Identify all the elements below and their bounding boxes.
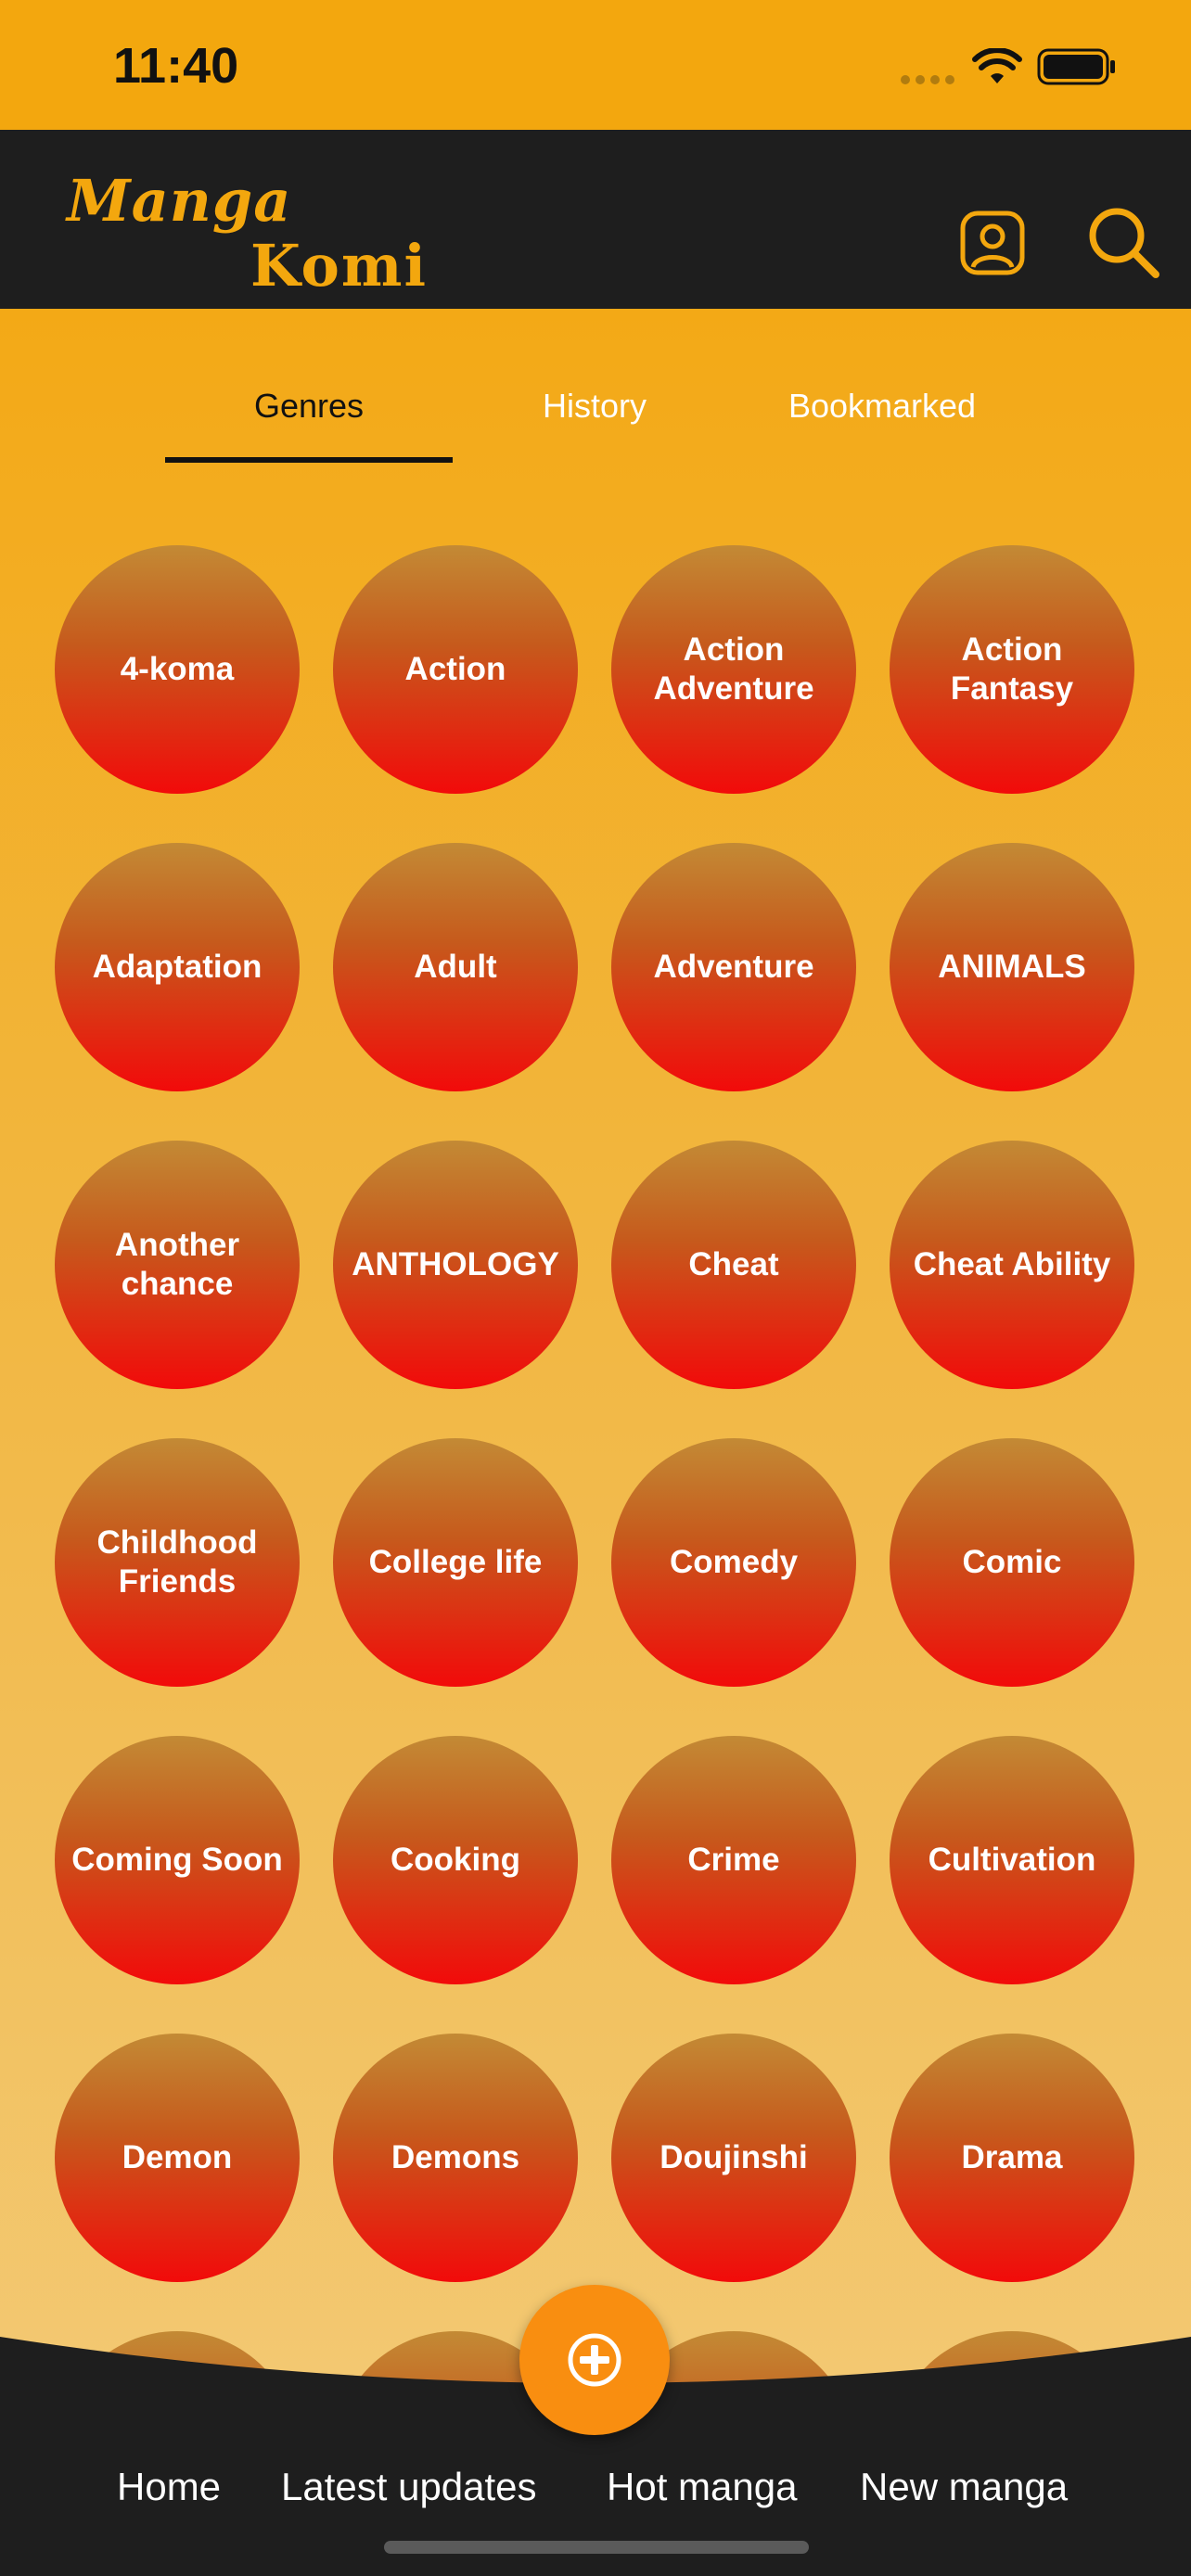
nav-hot-manga[interactable]: Hot manga (607, 2465, 797, 2509)
genre-button[interactable]: Coming Soon (55, 1736, 300, 1984)
genre-button[interactable]: College life (333, 1438, 578, 1687)
genre-grid: 4-koma Action Action Adventure Action Fa… (0, 309, 1191, 2576)
cellular-signal-icon (901, 75, 954, 84)
genre-button[interactable]: Drama (890, 2034, 1134, 2282)
genre-button[interactable]: Action (333, 545, 578, 794)
genre-button[interactable]: Cultivation (890, 1736, 1134, 1984)
genre-button[interactable]: Childhood Friends (55, 1438, 300, 1687)
nav-latest-updates[interactable]: Latest updates (281, 2465, 537, 2509)
genre-button[interactable]: Comic (890, 1438, 1134, 1687)
genre-button[interactable]: ANIMALS (890, 843, 1134, 1091)
search-icon[interactable] (1085, 204, 1161, 280)
genre-button[interactable]: Cheat (611, 1141, 856, 1389)
genre-button[interactable]: Comedy (611, 1438, 856, 1687)
app-header: Manga Komi (0, 130, 1191, 309)
genre-button[interactable]: 4-koma (55, 545, 300, 794)
genre-button[interactable]: Adaptation (55, 843, 300, 1091)
genre-button[interactable]: Crime (611, 1736, 856, 1984)
home-indicator (384, 2541, 809, 2554)
logo-komi-text: Komi (250, 232, 429, 300)
profile-icon[interactable] (959, 210, 1026, 276)
nav-home[interactable]: Home (117, 2465, 221, 2509)
nav-new-manga[interactable]: New manga (860, 2465, 1068, 2509)
wifi-icon (972, 48, 1022, 83)
plus-circle-icon (568, 2333, 621, 2387)
logo-manga-text: Manga (67, 167, 292, 235)
genres-content: Genres History Bookmarked 4-koma Action … (0, 309, 1191, 2576)
add-fab-button[interactable] (519, 2285, 670, 2435)
genre-button[interactable]: Demon (55, 2034, 300, 2282)
battery-icon (1037, 48, 1115, 85)
genre-button[interactable]: Demons (333, 2034, 578, 2282)
genre-button[interactable]: Action Fantasy (890, 545, 1134, 794)
genre-button[interactable]: Doujinshi (611, 2034, 856, 2282)
status-bar: 11:40 (0, 0, 1191, 130)
status-time: 11:40 (113, 38, 239, 94)
genre-button[interactable]: Adventure (611, 843, 856, 1091)
genre-button[interactable]: Action Adventure (611, 545, 856, 794)
genre-button[interactable]: Another chance (55, 1141, 300, 1389)
genre-button[interactable]: Cooking (333, 1736, 578, 1984)
genre-button[interactable]: ANTHOLOGY (333, 1141, 578, 1389)
genre-button[interactable]: Adult (333, 843, 578, 1091)
genre-button[interactable]: Cheat Ability (890, 1141, 1134, 1389)
